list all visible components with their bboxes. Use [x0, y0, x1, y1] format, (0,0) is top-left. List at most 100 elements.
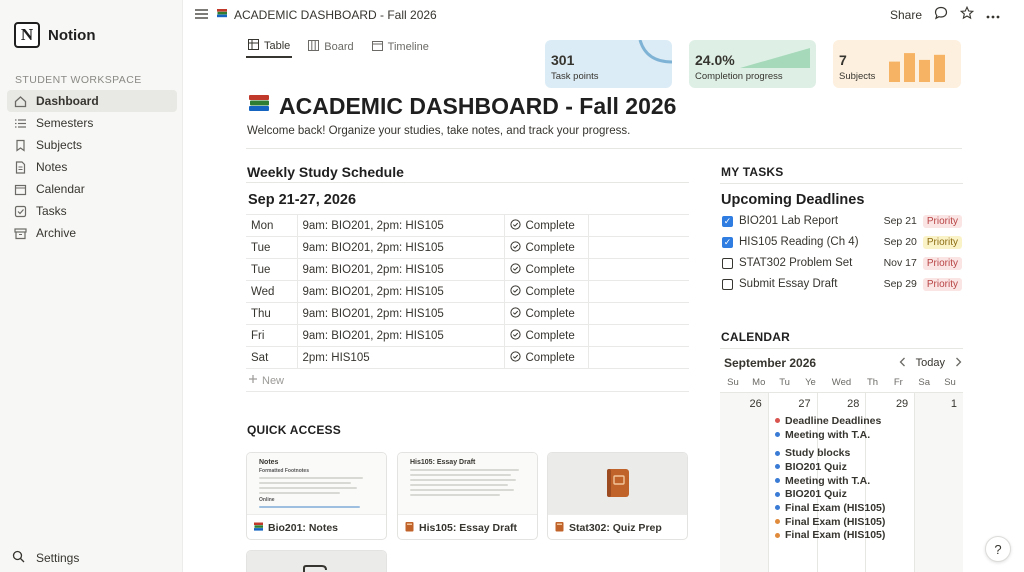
- star-icon[interactable]: [959, 5, 975, 23]
- empty-cell: [587, 280, 689, 303]
- check-circle-icon: [509, 284, 521, 299]
- mini-bar: [919, 59, 930, 82]
- checkbox-icon[interactable]: [722, 278, 733, 290]
- quick-access-card-his105[interactable]: His105: Essay Draft His105: Essay Draft: [397, 452, 538, 540]
- calendar-event[interactable]: Study blocks: [775, 446, 885, 460]
- menu-icon[interactable]: [195, 8, 208, 23]
- tab-label: Timeline: [387, 41, 429, 53]
- more-icon[interactable]: [986, 8, 1000, 22]
- day-cell: Mon: [246, 214, 297, 237]
- today-button[interactable]: Today: [916, 357, 945, 369]
- tab-board[interactable]: Board: [306, 36, 355, 58]
- stat-value: 301: [551, 52, 575, 68]
- task-item[interactable]: Submit Essay Draft Sep 29 Priority: [722, 274, 962, 294]
- table-row[interactable]: Sat 2pm: HIS105 Complete: [246, 346, 689, 369]
- day-number: 1: [950, 398, 957, 410]
- task-date: Nov 17: [883, 257, 917, 269]
- weekday-label: Tu: [779, 377, 790, 388]
- breadcrumb-title: ACADEMIC DASHBOARD - Fall 2026: [234, 7, 437, 22]
- sidebar-item-label: Dashboard: [36, 94, 99, 108]
- task-item[interactable]: ✓ HIS105 Reading (Ch 4) Sep 20 Priority: [722, 232, 962, 252]
- weekday-label: Th: [866, 377, 879, 388]
- bar-chart-icon: [889, 53, 945, 82]
- top-actions: Share: [890, 5, 1000, 23]
- chevron-left-icon[interactable]: [899, 357, 906, 370]
- sidebar-item-archive[interactable]: Archive: [7, 222, 177, 244]
- table-row[interactable]: Tue 9am: BIO201, 2pm: HIS105 Complete: [246, 236, 689, 259]
- checkbox-icon[interactable]: [722, 257, 733, 269]
- settings-link[interactable]: Settings: [12, 550, 79, 566]
- card-preview: His105: Essay Draft: [398, 453, 537, 515]
- document-icon: [303, 565, 327, 572]
- breadcrumb[interactable]: ACADEMIC DASHBOARD - Fall 2026: [216, 7, 437, 22]
- calendar-event[interactable]: Final Exam (HIS105): [775, 515, 885, 529]
- day-number: 29: [895, 398, 909, 410]
- calendar-event[interactable]: BIO201 Quiz: [775, 460, 885, 474]
- chevron-right-icon[interactable]: [955, 357, 962, 370]
- checkbox-checked-icon[interactable]: ✓: [722, 236, 733, 248]
- tab-table[interactable]: Table: [246, 36, 293, 58]
- day-cell: Fri: [246, 324, 297, 347]
- calendar-icon: [14, 183, 27, 196]
- card-caption: Stat302: Quiz Prep: [554, 521, 662, 535]
- calendar-day[interactable]: 26: [720, 393, 769, 572]
- page-title-text: ACADEMIC DASHBOARD - Fall 2026: [279, 92, 677, 119]
- calendar-event[interactable]: Meeting with T.A.: [775, 428, 885, 442]
- quick-access-card-partial[interactable]: [246, 550, 387, 572]
- event-label: BIO201 Quiz: [785, 460, 847, 473]
- help-button[interactable]: ?: [985, 536, 1011, 562]
- calendar-day[interactable]: 1: [915, 393, 963, 572]
- table-row[interactable]: Tue 9am: BIO201, 2pm: HIS105 Complete: [246, 258, 689, 281]
- calendar-event[interactable]: Deadline Deadlines: [775, 414, 885, 428]
- sidebar-item-notes[interactable]: Notes: [7, 156, 177, 178]
- divider: [246, 148, 962, 149]
- app-logo[interactable]: N Notion: [14, 22, 95, 48]
- task-item[interactable]: ✓ BIO201 Lab Report Sep 21 Priority: [722, 211, 962, 231]
- divider: [246, 391, 689, 392]
- stat-value: 24.0%: [695, 52, 735, 68]
- sidebar-item-label: Semesters: [36, 116, 94, 130]
- calendar-event[interactable]: Final Exam (HIS105): [775, 529, 885, 543]
- checkbox-checked-icon[interactable]: ✓: [722, 215, 733, 227]
- sidebar: N Notion STUDENT WORKSPACE Dashboard Sem…: [0, 0, 183, 572]
- share-button[interactable]: Share: [890, 8, 922, 22]
- quick-access-card-stat302[interactable]: Stat302: Quiz Prep: [547, 452, 688, 540]
- divider: [720, 348, 963, 349]
- priority-badge: Priority: [922, 235, 962, 249]
- day-number: 26: [749, 398, 762, 410]
- bookmark-icon: [14, 139, 27, 152]
- table-row[interactable]: Fri 9am: BIO201, 2pm: HIS105 Complete: [246, 324, 689, 347]
- task-name: STAT302 Problem Set: [739, 257, 853, 269]
- calendar-event[interactable]: BIO201 Quiz: [775, 487, 885, 501]
- weekday-label: Su: [944, 377, 956, 388]
- day-cell: Sat: [246, 346, 297, 369]
- books-icon: [253, 521, 264, 535]
- sidebar-item-dashboard[interactable]: Dashboard: [7, 90, 177, 112]
- quick-access-card-bio201[interactable]: Notes Formatted Footnotes Online Bio201:…: [246, 452, 387, 540]
- sidebar-item-calendar[interactable]: Calendar: [7, 178, 177, 200]
- sidebar-item-semesters[interactable]: Semesters: [7, 112, 177, 134]
- table-row[interactable]: Wed 9am: BIO201, 2pm: HIS105 Complete: [246, 280, 689, 303]
- weekday-label: Mo: [752, 377, 766, 388]
- event-label: Study blocks: [785, 447, 851, 460]
- event-dot-icon: [775, 519, 780, 525]
- plus-icon: [248, 374, 258, 387]
- new-row-button[interactable]: New: [248, 374, 284, 387]
- sidebar-item-tasks[interactable]: Tasks: [7, 200, 177, 222]
- tab-label: Board: [324, 41, 354, 53]
- task-date: Sep 21: [883, 215, 917, 227]
- calendar-event[interactable]: Final Exam (HIS105): [775, 501, 885, 515]
- empty-cell: [587, 346, 689, 369]
- calendar-event[interactable]: Meeting with T.A.: [775, 474, 885, 488]
- weekday-label: Fr: [893, 377, 903, 388]
- day-cell: Tue: [246, 236, 297, 259]
- table-row[interactable]: Mon 9am: BIO201, 2pm: HIS105 Complete: [246, 214, 689, 237]
- task-item[interactable]: STAT302 Problem Set Nov 17 Priority: [722, 253, 962, 273]
- comment-icon[interactable]: [934, 6, 948, 23]
- area-chart-icon: [740, 48, 810, 68]
- sidebar-item-subjects[interactable]: Subjects: [7, 134, 177, 156]
- task-name: HIS105 Reading (Ch 4): [739, 236, 859, 248]
- table-row[interactable]: Thu 9am: BIO201, 2pm: HIS105 Complete: [246, 302, 689, 325]
- tab-timeline[interactable]: Timeline: [370, 36, 431, 58]
- calendar-heading: CALENDAR: [721, 330, 790, 344]
